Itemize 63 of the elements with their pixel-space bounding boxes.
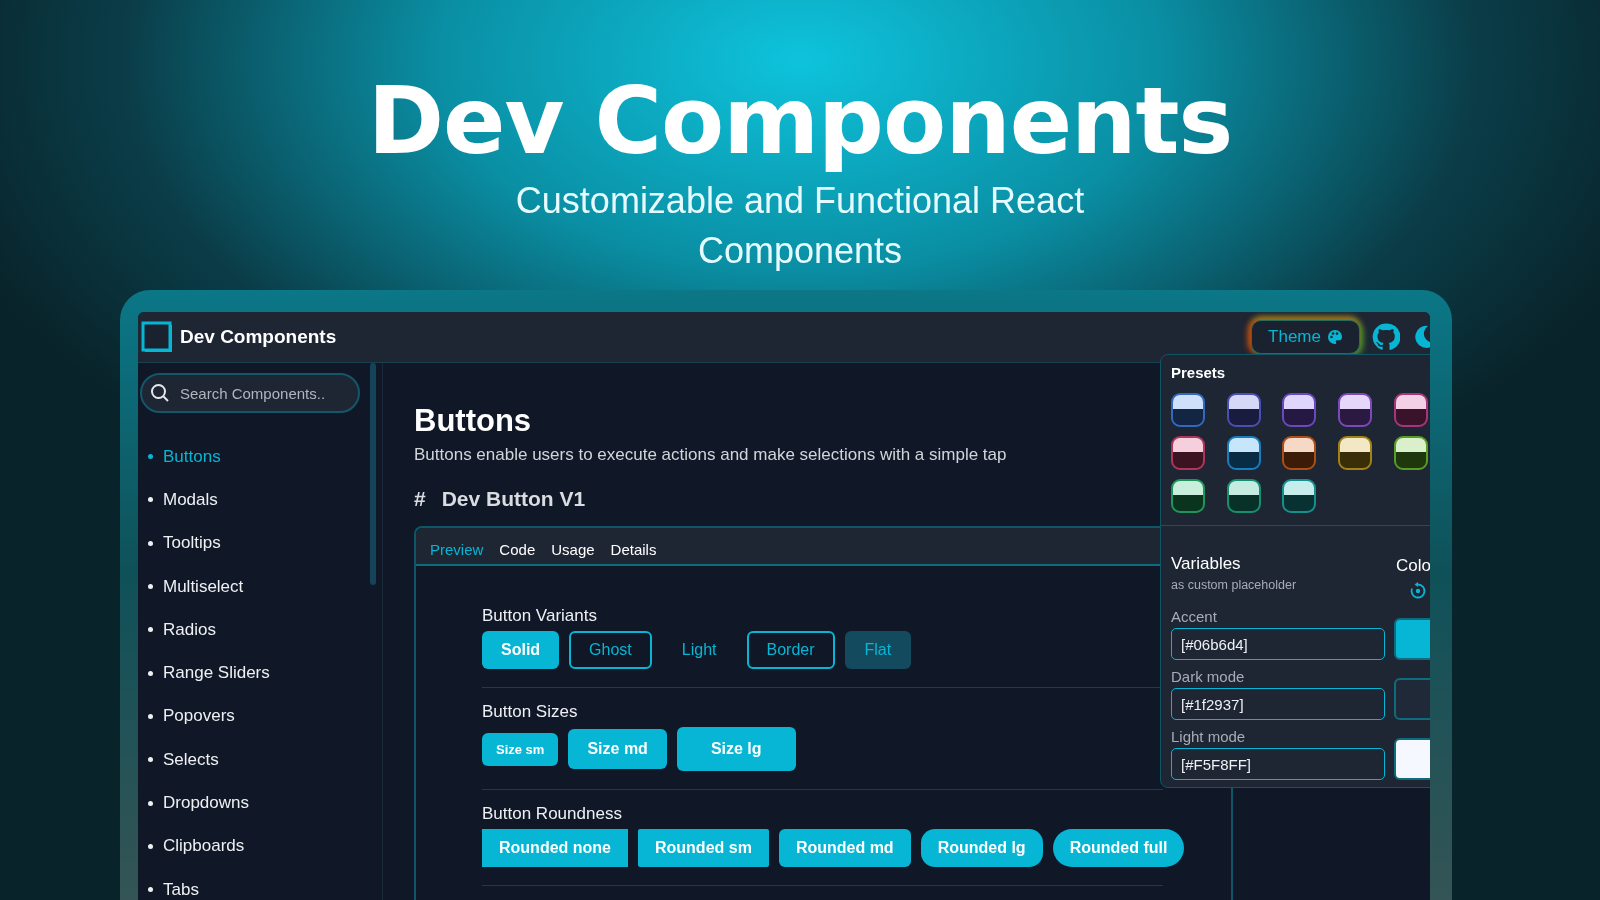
variable-field[interactable]: [#06b6d4] [1171,628,1385,660]
preset-swatch[interactable] [1171,393,1205,427]
variable-label: Dark mode [1171,668,1246,685]
demo-button[interactable]: Ghost [569,631,652,669]
preset-swatch[interactable] [1282,479,1317,513]
github-icon[interactable] [1372,323,1400,351]
variables-title: Variables [1171,554,1242,574]
demo-button[interactable]: Light [661,631,737,669]
variable-field[interactable]: [#F5F8FF] [1171,748,1385,780]
color-swatch[interactable] [1394,618,1430,660]
preset-swatch[interactable] [1282,393,1317,427]
preset-swatch[interactable] [1171,436,1205,470]
preset-swatch[interactable] [1171,479,1205,513]
search-field[interactable]: Search Components.. [140,373,360,413]
preset-swatch[interactable] [1226,436,1261,470]
section-title: Dev Button V1 [441,487,586,511]
preset-swatch[interactable] [1226,393,1261,427]
sidebar-item[interactable]: Range Sliders [148,651,382,695]
logo-icon [141,320,174,354]
palette-icon [1327,329,1343,345]
sidebar-item[interactable]: Tooltips [148,521,382,565]
variable-label: Accent [1171,608,1218,625]
anchor-mark[interactable]: # [414,487,426,511]
preset-swatch[interactable] [1338,393,1373,427]
hero-title: Dev Components [367,70,1233,174]
app-name: Dev Components [180,326,337,348]
sidebar-item[interactable]: Radios [148,608,382,652]
hero-subtitle: Customizable and Functional React Components [514,179,1086,273]
scrollbar[interactable] [370,363,376,585]
page-title: Buttons [414,403,532,439]
variable-field[interactable]: [#1f2937] [1171,688,1385,720]
preset-swatch[interactable] [1338,436,1373,470]
page-description: Buttons enable users to execute actions and make selections with a simple tap [414,445,1007,465]
sidebar-item[interactable]: Clipboards [148,824,382,868]
tab[interactable]: Usage [547,541,605,564]
search-icon [150,383,170,403]
reset-icon[interactable] [1409,582,1427,600]
group-title: Button Sizes [482,702,579,722]
preset-swatch[interactable] [1226,479,1261,513]
preset-swatch[interactable] [1282,436,1317,470]
color-swatch[interactable] [1394,738,1430,780]
colors-title: Colo [1396,556,1430,576]
theme-button[interactable]: Theme [1251,320,1360,354]
tab[interactable]: Preview [426,541,494,564]
group-title: Button Variants [482,606,598,626]
sidebar-item[interactable]: Popovers [148,694,382,739]
sidebar-item[interactable]: Buttons [148,435,382,479]
variable-label: Light mode [1171,728,1247,745]
demo-button[interactable]: Flat [844,631,912,669]
variables-note: as custom placeholder [1171,578,1298,592]
preset-swatch[interactable] [1393,436,1428,470]
presets-title: Presets [1171,364,1227,381]
sidebar-item[interactable]: Multiselect [148,564,382,609]
sidebar-item[interactable]: Tabs [148,867,382,900]
sidebar-item[interactable]: Selects [148,738,382,782]
demo-button[interactable]: Border [746,631,835,669]
color-swatch[interactable] [1394,678,1430,720]
group-title: Button Roundness [482,804,623,824]
sidebar-item[interactable]: Dropdowns [148,781,382,825]
tab[interactable]: Details [606,541,667,564]
sidebar-item[interactable]: Modals [148,478,382,522]
preset-swatch[interactable] [1393,393,1428,427]
tab[interactable]: Code [495,541,546,564]
